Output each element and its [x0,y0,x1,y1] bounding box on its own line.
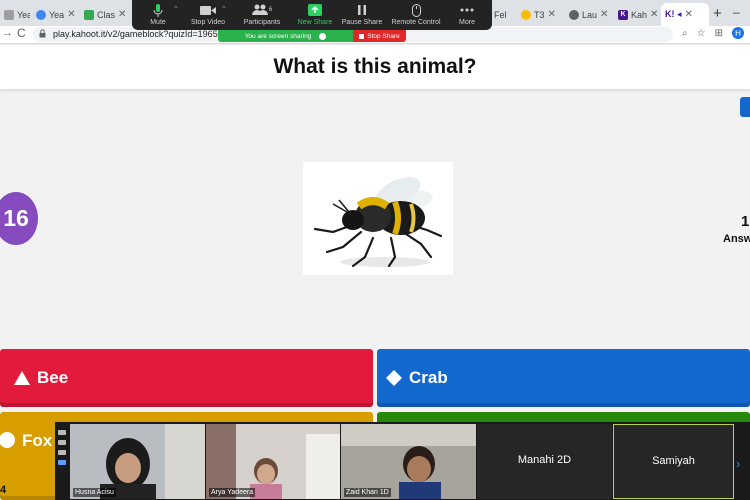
browser-tab-1[interactable]: Yea ✕ [0,3,30,26]
video-camera-icon [178,3,238,17]
participant-name: Samiyah [652,455,695,467]
browser-tab-5[interactable]: T3 ✕ [517,3,562,26]
new-tab-button[interactable]: + [713,5,722,22]
more-label: More [459,19,475,26]
mute-label: Mute [150,19,166,26]
answer-label: Fox [22,431,53,450]
gallery-control-icon[interactable] [58,460,66,465]
video-tile-manahi[interactable]: Manahi 2D [477,424,612,499]
tab-label: T3 [534,9,545,20]
question-title: What is this animal? [273,55,477,78]
pause-share-button[interactable]: Pause Share [332,3,392,26]
tab-favicon-icon [36,9,46,20]
screen-sharing-status: You are screen sharing [218,30,353,42]
remote-control-label: Remote Control [391,19,441,26]
tab-label: K! ◂ [665,9,682,19]
more-button[interactable]: More [437,3,497,26]
bumblebee-image [303,162,453,275]
browser-tab-6[interactable]: Lau ✕ [565,3,611,26]
tab-label: Yea [17,9,30,20]
video-tile-zaid[interactable]: Zaid Khan 1D [341,424,476,499]
participants-icon: 6 [232,3,292,17]
chevron-up-icon[interactable]: ⌃ [221,5,227,13]
tab-favicon-icon [4,9,14,20]
stop-icon [359,33,365,39]
stop-share-button[interactable]: Stop Share [353,30,406,42]
participant-name: Manahi 2D [517,454,572,466]
search-icon[interactable]: ⌕ [682,28,688,39]
diamond-icon [385,369,403,387]
tab-favicon-icon [521,9,531,20]
back-arrow-icon[interactable]: → [2,27,13,39]
pause-share-label: Pause Share [341,19,383,26]
tab-label: Lau [582,9,598,20]
extensions-icon[interactable]: ⊞ [715,28,723,39]
tab-label: Kah [631,9,648,20]
answer-label: Bee [37,368,69,387]
stop-video-label: Stop Video [190,19,226,26]
question-image [303,162,453,275]
browser-tab-active[interactable]: K! ◂ ✕ [661,3,709,26]
url-text: play.kahoot.it/v2/gameblock?quizId=1965b… [53,29,228,39]
skip-button[interactable] [740,97,750,117]
answers-label: Answ [723,233,750,245]
countdown-timer: 16 [0,192,38,245]
gallery-control-icon[interactable] [58,430,66,435]
close-icon[interactable]: ✕ [548,9,556,20]
more-dots-icon [437,3,497,17]
star-icon[interactable]: ☆ [697,28,706,39]
lock-icon [39,29,46,38]
shield-icon [319,32,327,40]
stop-video-button[interactable]: Stop Video [178,3,238,26]
answer-label: Crab [409,368,448,387]
kahoot-icon: K [618,9,628,20]
video-tile-samiyah[interactable]: Samiyah [613,424,734,499]
gallery-control-icon[interactable] [58,440,66,445]
browser-tab-3[interactable]: Clas ✕ [80,3,128,26]
video-tile-arya[interactable]: Arya Yadeera [206,424,340,499]
stop-share-label: Stop Share [367,32,400,40]
question-bar: What is this animal? [0,45,750,89]
participants-label: Participants [243,19,281,26]
close-icon[interactable]: ✕ [685,9,693,20]
profile-avatar[interactable]: H [732,27,744,39]
participant-name: Husna Acisu [73,488,116,497]
participant-name: Arya Yadeera [209,488,256,497]
participants-count: 6 [268,7,273,13]
answer-crab[interactable]: Crab [377,349,750,407]
close-icon[interactable]: ✕ [600,9,608,20]
zoom-toolbar: Mute ⌃ Stop Video ⌃ 6 Participants New S… [132,0,492,30]
tab-label: Yea [49,9,65,20]
globe-icon [569,9,579,20]
answer-bee[interactable]: Bee [0,349,373,407]
edge-text: 4 [0,484,7,496]
participant-name: Zaid Khan 1D [344,488,391,497]
answers-count: 1 [741,213,750,230]
tab-favicon-icon [84,9,94,20]
sharing-status-text: You are screen sharing [244,32,312,40]
browser-tab-7[interactable]: K Kah ✕ [614,3,658,26]
pause-icon [332,3,392,17]
refresh-icon[interactable]: C [17,26,26,40]
triangle-icon [13,369,31,387]
close-icon[interactable]: ✕ [67,9,75,20]
video-tile-husna[interactable]: Husna Acisu [70,424,205,499]
window-minimize-button[interactable]: – [733,5,740,19]
circle-icon [0,431,16,449]
gallery-view-controls[interactable] [56,426,68,486]
participants-button[interactable]: 6 Participants [232,3,292,26]
chevron-right-icon[interactable]: › [736,456,740,471]
gallery-control-icon[interactable] [58,450,66,455]
tab-label: Clas [97,9,116,20]
close-icon[interactable]: ✕ [650,9,658,20]
browser-tab-2[interactable]: Yea ✕ [32,3,77,26]
new-share-label: New Share [297,19,333,26]
close-icon[interactable]: ✕ [118,9,126,20]
